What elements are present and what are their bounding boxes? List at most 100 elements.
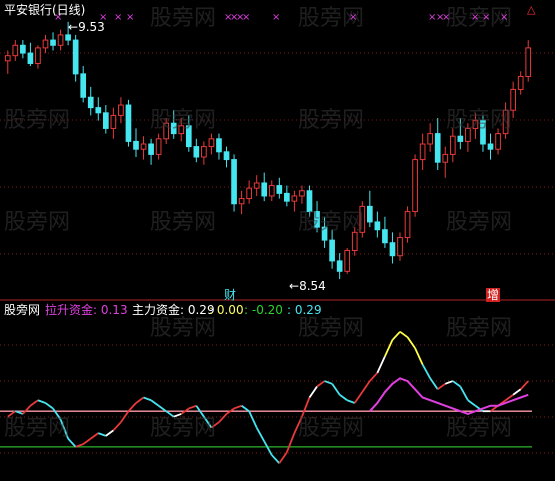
candle [95, 97, 102, 121]
zhuli-line-segment [369, 372, 379, 382]
candle [223, 146, 230, 168]
zhuli-line-segment [278, 451, 288, 464]
watermark: 股旁网 [446, 316, 513, 341]
zhuli-line-segment [37, 399, 46, 404]
increase-marker[interactable]: 增 [486, 288, 501, 302]
watermark: 股旁网 [150, 6, 217, 31]
candle [253, 175, 260, 196]
candle [487, 133, 494, 160]
candle-body [118, 104, 124, 116]
chart-canvas[interactable] [0, 0, 555, 477]
candle [427, 123, 434, 152]
candle-body [4, 55, 11, 62]
candle-body [495, 133, 501, 150]
candle [284, 185, 290, 207]
lashen-fund-label: 拉升资金: 0.13 [45, 303, 128, 317]
candle-body [57, 34, 64, 46]
candle [525, 40, 532, 82]
watermark: 股旁网 [446, 416, 513, 441]
zhuli-line-segment [331, 383, 341, 396]
candle [397, 232, 403, 261]
candle-body [419, 143, 426, 161]
zhuli-line-segment [414, 347, 424, 365]
chart-window[interactable]: 股旁网 股旁网 股旁网 股旁网 股旁网 股旁网 股旁网 股旁网 股旁网 股旁网 … [0, 0, 555, 477]
candle-body [80, 73, 87, 98]
watermark: 股旁网 [150, 210, 217, 235]
candle-body [404, 211, 411, 239]
candle [412, 154, 418, 217]
candle [216, 133, 222, 160]
candle [12, 40, 19, 61]
zhuli-line-segment [90, 432, 99, 440]
low-price-value: 8.54 [299, 279, 326, 293]
candle [246, 180, 252, 204]
candle-body [434, 133, 441, 163]
candle [517, 71, 524, 95]
candle [389, 232, 396, 264]
cross-marker: × [126, 12, 135, 23]
candle-body [140, 143, 147, 150]
zhuli-line-segment [127, 402, 137, 412]
candle-body [525, 47, 532, 77]
watermark: 股旁网 [4, 416, 71, 441]
candle-body [155, 138, 162, 155]
candle [72, 34, 79, 82]
candle [42, 34, 49, 54]
low-price-label: ←8.54 [289, 279, 326, 293]
candle-body [95, 107, 102, 114]
zhuli-line-segment [218, 413, 228, 423]
zhuli-line-segment [452, 380, 461, 388]
candle [208, 133, 215, 155]
cross-marker: × [272, 12, 281, 23]
candle [80, 66, 87, 103]
candle [382, 216, 388, 248]
candle-body [50, 39, 56, 46]
candle [155, 133, 162, 160]
zhuli-line-segment [233, 404, 242, 410]
candle [27, 42, 34, 67]
zhuli-line-segment [339, 394, 348, 401]
candle [344, 247, 351, 274]
candle [110, 107, 117, 139]
finance-marker[interactable]: 财 [224, 288, 236, 302]
candle [20, 40, 26, 59]
lashen-line [369, 377, 529, 416]
cross-marker: × [482, 12, 491, 23]
candle-body [457, 135, 464, 142]
candle [35, 45, 41, 69]
candle-body [102, 112, 109, 129]
candle [4, 50, 11, 74]
candle-body [344, 250, 351, 272]
zhuli-line-segment [188, 404, 197, 410]
candle-body [487, 143, 494, 150]
indicator-name[interactable]: 股旁网 [4, 303, 40, 317]
candle-body [148, 143, 154, 155]
zhuli-line-segment [255, 427, 266, 442]
candle-body [517, 75, 524, 90]
candle-body [42, 39, 49, 49]
candle-body [133, 140, 139, 150]
watermark: 股旁网 [150, 108, 217, 133]
zhuli-line-segment [406, 336, 416, 349]
candle-body [231, 159, 237, 205]
candle [193, 138, 200, 163]
watermark: 股旁网 [4, 108, 71, 133]
zhuli-line-segment [271, 454, 280, 464]
candle [434, 118, 441, 170]
candle-body [12, 44, 19, 57]
candle-body [374, 221, 381, 231]
candle-body [208, 138, 215, 148]
cross-marker: × [349, 12, 358, 23]
zhuli-line-segment [399, 330, 409, 338]
candle-body [329, 239, 335, 262]
window-title: 平安银行(日线) [4, 3, 86, 17]
zhuli-line-segment [384, 339, 394, 357]
candle-body [299, 190, 305, 197]
zhuli-line-segment [520, 380, 529, 390]
indicator-series [0, 330, 532, 464]
zhuli-fund-label: 主力资金: 0.29 [132, 303, 215, 317]
candle [133, 128, 139, 157]
candle [238, 190, 245, 215]
zhuli-line-segment [361, 380, 371, 393]
candle [299, 185, 305, 204]
